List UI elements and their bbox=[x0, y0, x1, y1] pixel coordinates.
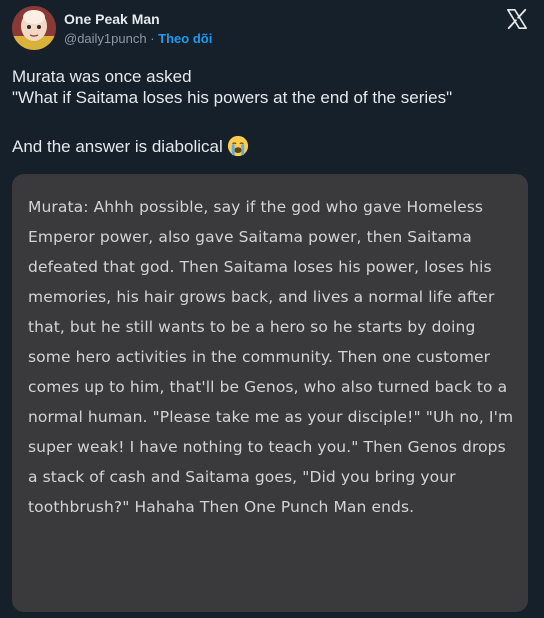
tweet-line-1: Murata was once asked bbox=[12, 67, 192, 86]
tweet-header: One Peak Man @daily1punch · Theo dõi bbox=[12, 6, 532, 54]
loudly-crying-face-icon bbox=[227, 135, 248, 157]
tweet-line-3-text: And the answer is diabolical bbox=[12, 137, 223, 156]
tweet-text: Murata was once asked "What if Saitama l… bbox=[12, 66, 536, 157]
separator: · bbox=[146, 31, 159, 46]
media-card[interactable]: Murata: Ahhh possible, say if the god wh… bbox=[12, 174, 528, 612]
x-logo-icon[interactable] bbox=[506, 8, 528, 30]
follow-button[interactable]: Theo dõi bbox=[158, 31, 212, 46]
handle[interactable]: @daily1punch bbox=[64, 31, 147, 46]
tweet-line-2: "What if Saitama loses his powers at the… bbox=[12, 88, 453, 107]
tweet-line-3: And the answer is diabolical bbox=[12, 135, 536, 157]
avatar-saitama-icon bbox=[12, 6, 56, 50]
avatar[interactable] bbox=[12, 6, 56, 50]
author-block: One Peak Man @daily1punch · Theo dõi bbox=[64, 10, 212, 48]
handle-row: @daily1punch · Theo dõi bbox=[64, 30, 212, 48]
display-name[interactable]: One Peak Man bbox=[64, 10, 212, 28]
media-quote-text: Murata: Ahhh possible, say if the god wh… bbox=[28, 198, 514, 516]
